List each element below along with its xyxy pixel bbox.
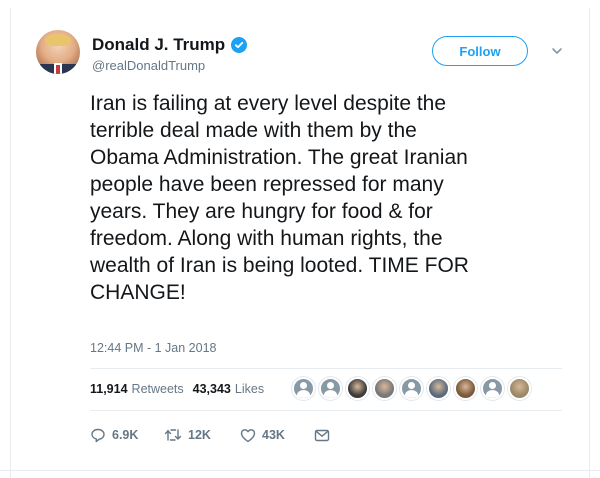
liker-avatar[interactable] [373,377,396,400]
tweet-actions: 6.9K 12K 43K [90,427,330,443]
like-button[interactable]: 43K [240,428,314,443]
tweet-stats: 11,914 Retweets 43,343 Likes [90,382,264,396]
reply-count: 6.9K [112,428,139,442]
retweet-count: 12K [188,428,211,442]
heart-icon [240,428,256,442]
liker-avatar[interactable] [427,377,450,400]
retweets-label[interactable]: Retweets [132,382,184,396]
tweet-text: Iran is failing at every level despite t… [90,92,469,304]
reply-button[interactable]: 6.9K [90,427,164,443]
author-display-name[interactable]: Donald J. Trump [92,35,225,55]
divider [90,410,562,411]
tweet-timestamp[interactable]: 12:44 PM - 1 Jan 2018 [90,341,216,355]
follow-button[interactable]: Follow [432,36,528,66]
liker-avatars [292,377,531,400]
divider [90,368,562,369]
likes-count[interactable]: 43,343 [193,382,231,396]
author-avatar[interactable] [36,30,80,74]
liker-avatar[interactable] [292,377,315,400]
retweet-button[interactable]: 12K [164,428,240,442]
author-name-row[interactable]: Donald J. Trump [92,35,248,55]
tweet-card: Donald J. Trump @realDonaldTrump Follow … [0,0,600,478]
reply-icon [91,428,105,443]
chevron-down-icon[interactable] [550,44,564,58]
liker-avatar[interactable] [319,377,342,400]
liker-avatar[interactable] [454,377,477,400]
retweet-icon [164,429,182,441]
likes-label[interactable]: Likes [235,382,264,396]
like-count: 43K [262,428,285,442]
liker-avatar[interactable] [481,377,504,400]
retweets-count[interactable]: 11,914 [90,382,128,396]
card-bottom-border [0,470,600,471]
envelope-icon [314,429,330,441]
direct-message-button[interactable] [314,429,330,442]
author-handle[interactable]: @realDonaldTrump [92,58,205,74]
liker-avatar[interactable] [400,377,423,400]
liker-avatar[interactable] [346,377,369,400]
verified-badge-icon [231,37,248,53]
liker-avatar[interactable] [508,377,531,400]
